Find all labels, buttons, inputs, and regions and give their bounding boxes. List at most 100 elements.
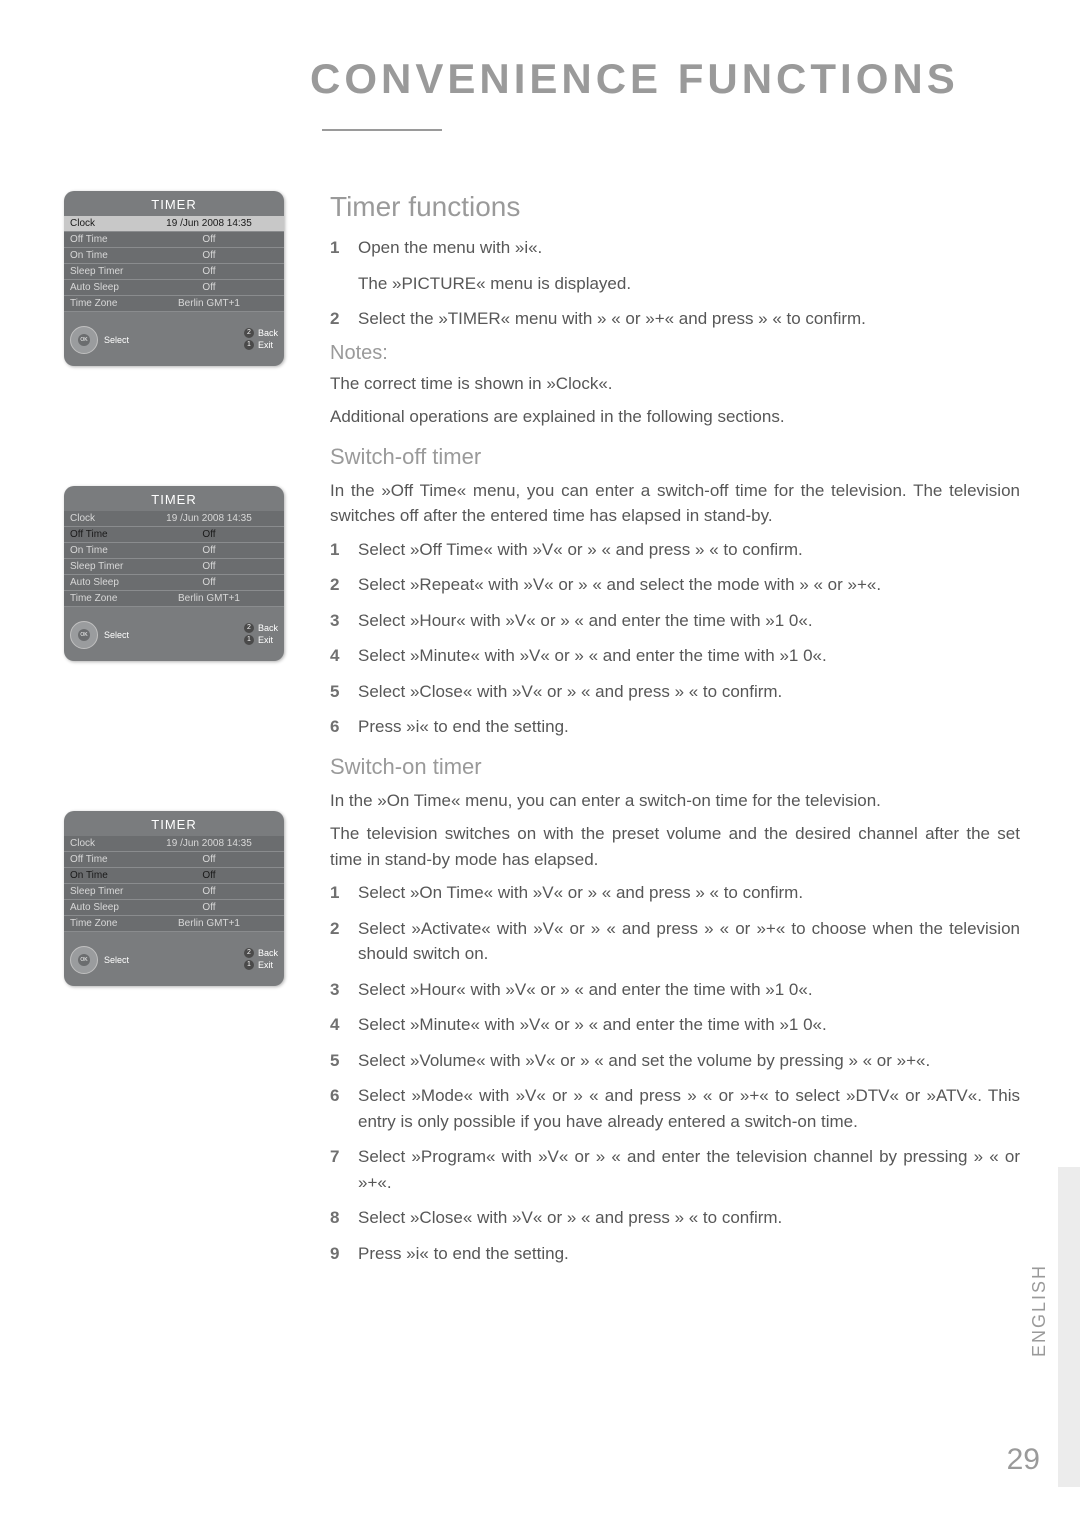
ok-icon: OK: [78, 334, 90, 346]
timer-row-label: Time Zone: [70, 918, 140, 929]
timer-menu-row: Time ZoneBerlin GMT+1: [64, 591, 284, 607]
instruction-step: 7Select »Program« with »V« or » « and en…: [330, 1144, 1020, 1195]
switch-off-heading: Switch-off timer: [330, 444, 1020, 470]
timer-menu-panel: TIMERClock19 /Jun 2008 14:35Off TimeOffO…: [64, 486, 284, 661]
back-hint: 2Back: [244, 948, 278, 958]
step-number: 2: [330, 916, 358, 967]
timer-footer: OK Select2Back 1Exit: [64, 932, 284, 978]
back-hint: 2Back: [244, 328, 278, 338]
timer-row-label: Auto Sleep: [70, 577, 140, 588]
instruction-step: 1Select »On Time« with »V« or » « and pr…: [330, 880, 1020, 906]
step-number: 2: [330, 572, 358, 598]
step-number: 1: [330, 235, 358, 261]
page-main-title: CONVENIENCE FUNCTIONS: [310, 55, 1020, 151]
step-text: Select »On Time« with »V« or » « and pre…: [358, 880, 1020, 906]
instruction-step: 3Select »Hour« with »V« or » « and enter…: [330, 977, 1020, 1003]
timer-row-value: Off: [140, 577, 278, 588]
exit-hint: 1Exit: [244, 340, 278, 350]
timer-row-label: Auto Sleep: [70, 282, 140, 293]
page-number: 29: [1007, 1443, 1040, 1477]
timer-row-label: Sleep Timer: [70, 886, 140, 897]
timer-menu-row: Auto SleepOff: [64, 280, 284, 296]
note-paragraph: Additional operations are explained in t…: [330, 404, 1020, 430]
step-text: Select the »TIMER« menu with » « or »+« …: [358, 306, 1020, 332]
step-text: Select »Program« with »V« or » « and ent…: [358, 1144, 1020, 1195]
step-number: 6: [330, 1083, 358, 1134]
dot-icon: 2: [244, 328, 254, 338]
switch-on-intro-1: In the »On Time« menu, you can enter a s…: [330, 788, 1020, 814]
main-title-text: CONVENIENCE FUNCTIONS: [310, 55, 959, 102]
dot-icon: 2: [244, 623, 254, 633]
instruction-step: 1Select »Off Time« with »V« or » « and p…: [330, 537, 1020, 563]
step-text: Select »Hour« with »V« or » « and enter …: [358, 977, 1020, 1003]
instruction-step: 9Press »i« to end the setting.: [330, 1241, 1020, 1267]
section-title: Timer functions: [330, 191, 1020, 223]
timer-menu-row: Clock19 /Jun 2008 14:35: [64, 216, 284, 232]
step-number: 9: [330, 1241, 358, 1267]
timer-menu-row: Time ZoneBerlin GMT+1: [64, 916, 284, 932]
step-subtext: The »PICTURE« menu is displayed.: [358, 271, 1020, 297]
timer-row-label: Time Zone: [70, 593, 140, 604]
language-tab: ENGLISH: [1029, 1264, 1050, 1357]
step-number: 2: [330, 306, 358, 332]
timer-menu-row: Off TimeOff: [64, 852, 284, 868]
switch-on-heading: Switch-on timer: [330, 754, 1020, 780]
step-text: Select »Close« with »V« or » « and press…: [358, 679, 1020, 705]
timer-row-value: Off: [140, 870, 278, 881]
timer-menu-row: Off TimeOff: [64, 232, 284, 248]
timer-row-label: Off Time: [70, 234, 140, 245]
step-number: 1: [330, 880, 358, 906]
back-hint: 2Back: [244, 623, 278, 633]
step-number: 3: [330, 977, 358, 1003]
note-paragraph: The correct time is shown in »Clock«.: [330, 371, 1020, 397]
step-number: 5: [330, 679, 358, 705]
timer-row-value: Off: [140, 250, 278, 261]
side-bar: [1058, 1167, 1080, 1487]
timer-menu-row: On TimeOff: [64, 543, 284, 559]
step-text: Press »i« to end the setting.: [358, 1241, 1020, 1267]
timer-footer: OK Select2Back 1Exit: [64, 312, 284, 358]
switch-off-intro: In the »Off Time« menu, you can enter a …: [330, 478, 1020, 529]
step-number: 7: [330, 1144, 358, 1195]
ok-icon: OK: [78, 954, 90, 966]
instruction-step: 2Select »Activate« with »V« or » « and p…: [330, 916, 1020, 967]
timer-row-value: 19 /Jun 2008 14:35: [140, 838, 278, 849]
step-number: 8: [330, 1205, 358, 1231]
instruction-step: 2Select »Repeat« with »V« or » « and sel…: [330, 572, 1020, 598]
step-text: Select »Activate« with »V« or » « and pr…: [358, 916, 1020, 967]
timer-row-value: Off: [140, 902, 278, 913]
dot-icon: 1: [244, 635, 254, 645]
timer-row-value: 19 /Jun 2008 14:35: [140, 513, 278, 524]
timer-row-label: Off Time: [70, 854, 140, 865]
timer-menu-row: Sleep TimerOff: [64, 559, 284, 575]
left-illustration-column: TIMERClock19 /Jun 2008 14:35Off TimeOffO…: [50, 191, 310, 1276]
select-label: Select: [104, 335, 244, 345]
dpad-icon: OK: [70, 326, 98, 354]
timer-row-value: Off: [140, 854, 278, 865]
timer-row-label: Clock: [70, 218, 140, 229]
instruction-step: 1Open the menu with »i«.: [330, 235, 1020, 261]
notes-heading: Notes:: [330, 342, 1020, 365]
right-text-column: Timer functions 1Open the menu with »i«.…: [310, 191, 1020, 1276]
instruction-step: 4Select »Minute« with »V« or » « and ent…: [330, 643, 1020, 669]
select-label: Select: [104, 955, 244, 965]
step-number: 3: [330, 608, 358, 634]
timer-row-value: Berlin GMT+1: [140, 918, 278, 929]
exit-hint: 1Exit: [244, 960, 278, 970]
timer-menu-row: Clock19 /Jun 2008 14:35: [64, 511, 284, 527]
step-text: Select »Volume« with »V« or » « and set …: [358, 1048, 1020, 1074]
dot-icon: 1: [244, 960, 254, 970]
step-number: 4: [330, 643, 358, 669]
timer-row-label: Sleep Timer: [70, 266, 140, 277]
timer-menu-row: Clock19 /Jun 2008 14:35: [64, 836, 284, 852]
timer-row-label: Sleep Timer: [70, 561, 140, 572]
timer-menu-row: Sleep TimerOff: [64, 884, 284, 900]
timer-menu-row: On TimeOff: [64, 248, 284, 264]
timer-footer: OKSelect2Back1Exit: [64, 607, 284, 653]
select-label: Select: [104, 630, 244, 640]
timer-menu-row: Off TimeOff: [64, 527, 284, 543]
timer-menu-row: Time ZoneBerlin GMT+1: [64, 296, 284, 312]
timer-row-value: 19 /Jun 2008 14:35: [140, 218, 278, 229]
timer-row-value: Off: [140, 266, 278, 277]
timer-row-label: Clock: [70, 513, 140, 524]
